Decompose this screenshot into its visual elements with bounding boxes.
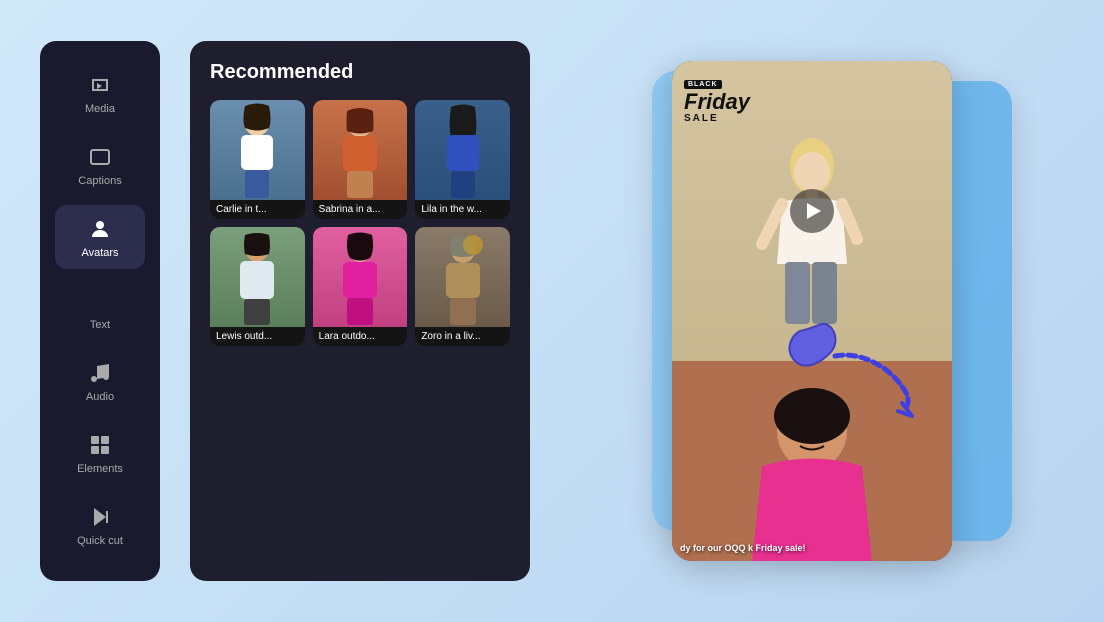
sidebar-item-audio[interactable]: Audio	[55, 349, 145, 413]
avatar-card-sabrina[interactable]: Sabrina in a...	[313, 100, 408, 219]
avatar-card-lila[interactable]: Lila in the w...	[415, 100, 510, 219]
avatar-lara-image	[313, 227, 408, 327]
captions-icon	[86, 143, 114, 171]
main-video-content: BLACK Friday SALE	[672, 61, 952, 561]
avatar-card-lewis[interactable]: Lewis outd...	[210, 227, 305, 346]
preview-card-stack: BLACK Friday SALE	[672, 61, 952, 561]
avatar-carlie-label: Carlie in t...	[210, 200, 305, 219]
avatar-grid: Carlie in t... Sabrina in a...	[210, 100, 510, 346]
avatar-carlie-image	[210, 100, 305, 200]
sidebar: Media Captions Avatars Text	[40, 41, 160, 581]
sidebar-item-elements[interactable]: Elements	[55, 421, 145, 485]
avatar-lewis-label: Lewis outd...	[210, 327, 305, 346]
avatar-zoro-image	[415, 227, 510, 327]
avatars-icon	[86, 215, 114, 243]
avatar-sabrina-label: Sabrina in a...	[313, 200, 408, 219]
avatar-panel: Recommended Carlie in t...	[190, 41, 530, 581]
avatar-lewis-image	[210, 227, 305, 327]
preview-card-main[interactable]: BLACK Friday SALE	[672, 61, 952, 561]
black-label: BLACK	[684, 80, 722, 89]
sidebar-item-avatars[interactable]: Avatars	[55, 205, 145, 269]
panel-title: Recommended	[210, 61, 510, 84]
avatar-lila-label: Lila in the w...	[415, 200, 510, 219]
avatar-card-carlie[interactable]: Carlie in t...	[210, 100, 305, 219]
sidebar-item-text[interactable]: Text	[55, 277, 145, 341]
sidebar-item-captions[interactable]: Captions	[55, 133, 145, 197]
avatar-card-zoro[interactable]: Zoro in a liv...	[415, 227, 510, 346]
main-container: Media Captions Avatars Text	[0, 0, 1104, 622]
black-friday-banner: BLACK Friday SALE	[684, 73, 750, 124]
friday-label: Friday	[684, 91, 750, 113]
avatar-card-lara[interactable]: Lara outdo...	[313, 227, 408, 346]
media-icon	[86, 71, 114, 99]
sale-label: SALE	[684, 113, 750, 124]
sidebar-item-quick-cut[interactable]: Quick cut	[55, 493, 145, 557]
arrow-decoration	[780, 321, 940, 441]
avatar-lila-image	[415, 100, 510, 200]
avatar-lara-label: Lara outdo...	[313, 327, 408, 346]
quick-cut-icon	[86, 503, 114, 531]
preview-area: BLACK Friday SALE	[560, 61, 1064, 561]
elements-icon	[86, 431, 114, 459]
text-icon	[86, 287, 114, 315]
subtitle-text: dy for our OQQ k Friday sale!	[680, 543, 944, 553]
play-button[interactable]	[790, 189, 834, 233]
avatar-sabrina-image	[313, 100, 408, 200]
sidebar-item-media[interactable]: Media	[55, 61, 145, 125]
audio-icon	[86, 359, 114, 387]
avatar-zoro-label: Zoro in a liv...	[415, 327, 510, 346]
video-top-section: BLACK Friday SALE	[672, 61, 952, 361]
